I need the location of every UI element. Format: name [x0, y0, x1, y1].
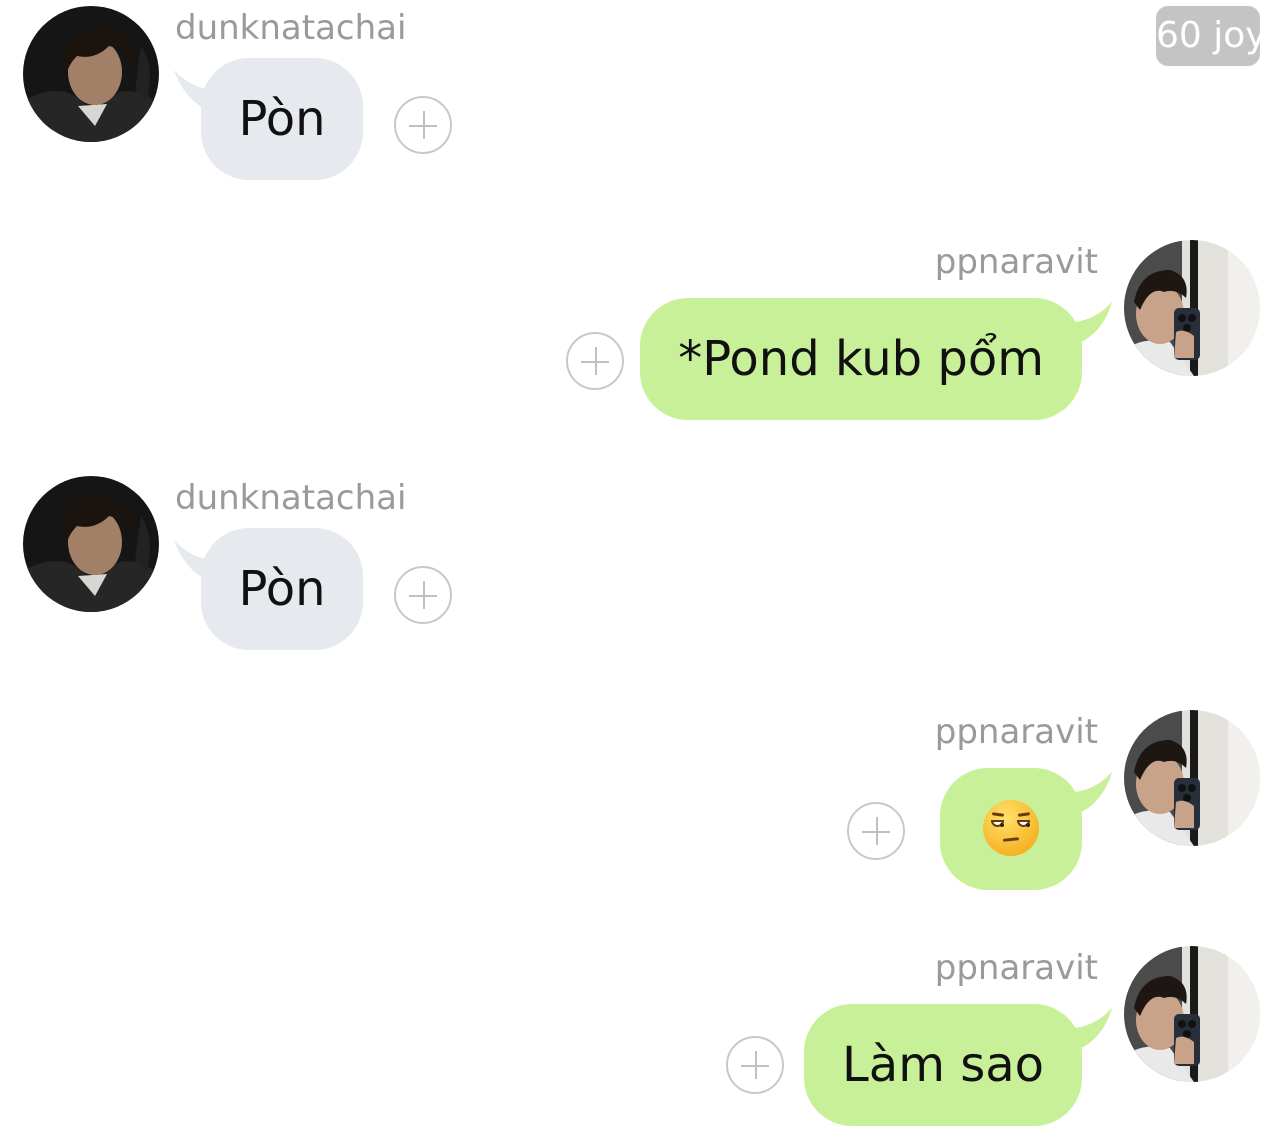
message-bubble[interactable]: Pòn — [201, 58, 363, 180]
plus-circle-icon[interactable] — [394, 96, 452, 154]
plus-circle-icon[interactable] — [847, 802, 905, 860]
avatar-image — [23, 476, 159, 612]
message-bubble[interactable] — [940, 768, 1082, 890]
plus-circle-icon[interactable] — [726, 1036, 784, 1094]
plus-circle-icon[interactable] — [394, 566, 452, 624]
sender-name: ppnaravit — [934, 712, 1098, 752]
message-text: Làm sao — [842, 1037, 1044, 1093]
plus-circle-icon[interactable] — [566, 332, 624, 390]
message-bubble[interactable]: *Pond kub pổm — [640, 298, 1082, 420]
avatar[interactable] — [23, 476, 159, 612]
sender-name: ppnaravit — [934, 948, 1098, 988]
avatar[interactable] — [1124, 946, 1260, 1082]
message-text: *Pond kub pổm — [678, 331, 1044, 387]
message-text: Pòn — [238, 91, 326, 147]
avatar-image — [23, 6, 159, 142]
message-bubble[interactable]: Pòn — [201, 528, 363, 650]
avatar-image — [1124, 946, 1260, 1082]
avatar[interactable] — [1124, 240, 1260, 376]
avatar-image — [1124, 710, 1260, 846]
message-bubble[interactable]: Làm sao — [804, 1004, 1082, 1126]
avatar[interactable] — [1124, 710, 1260, 846]
avatar-image — [1124, 240, 1260, 376]
unamused-face-emoji — [983, 800, 1039, 856]
sender-name: dunknatachai — [175, 8, 407, 48]
message-text: Pòn — [238, 561, 326, 617]
watermark: 60 joy — [1156, 6, 1260, 66]
sender-name: ppnaravit — [934, 242, 1098, 282]
avatar[interactable] — [23, 6, 159, 142]
sender-name: dunknatachai — [175, 478, 407, 518]
